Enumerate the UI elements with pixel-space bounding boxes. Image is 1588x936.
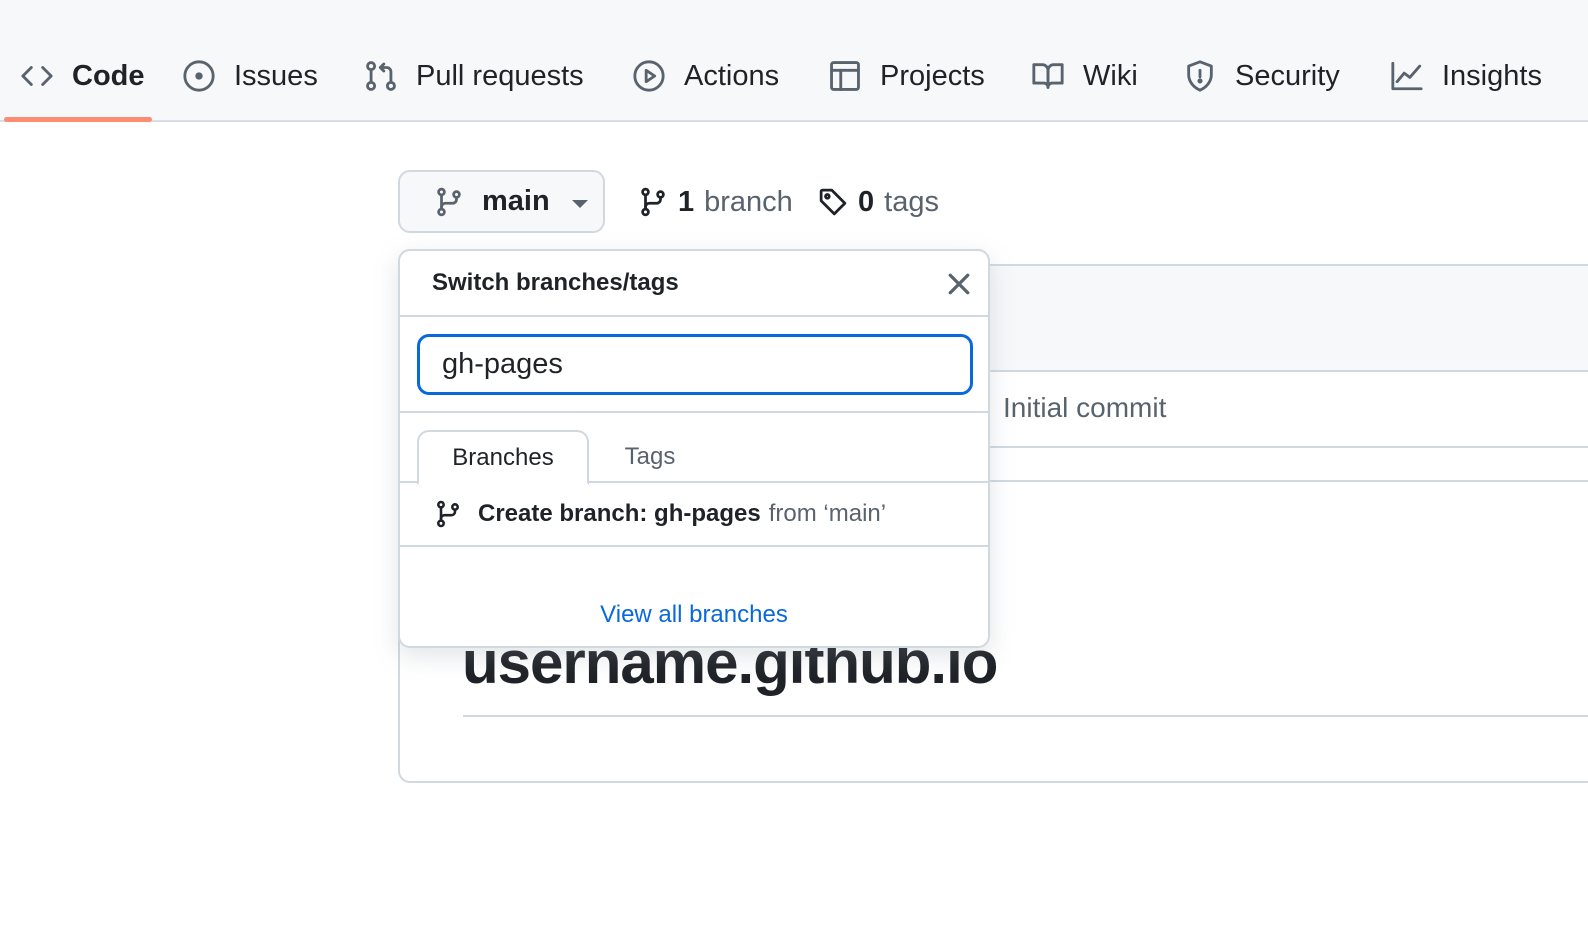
dropdown-footer: View all branches (400, 587, 988, 643)
filter-area (400, 317, 988, 413)
close-button[interactable] (944, 269, 974, 299)
dropdown-header: Switch branches/tags (400, 251, 988, 317)
tab-wiki-label: Wiki (1083, 59, 1138, 92)
tab-pull-requests-label: Pull requests (416, 59, 584, 92)
git-branch-icon (437, 500, 459, 528)
tab-security[interactable]: Security (1183, 50, 1340, 102)
tab-issues[interactable]: Issues (182, 50, 318, 102)
latest-commit-box (960, 264, 1588, 372)
branch-count: 1 (678, 185, 695, 218)
book-icon (1032, 63, 1064, 89)
tab-code[interactable]: Code (20, 50, 145, 102)
tab-actions-label: Actions (684, 59, 780, 92)
git-pull-request-icon (366, 61, 396, 91)
tab-code-label: Code (72, 59, 145, 92)
tab-branches[interactable]: Branches (417, 430, 589, 485)
tab-insights[interactable]: Insights (1390, 50, 1542, 102)
dropdown-tabs: Branches Tags (400, 413, 988, 485)
branch-select-label: main (482, 185, 550, 217)
view-all-branches-link[interactable]: View all branches (600, 601, 788, 629)
branch-count-label: branch (704, 185, 793, 218)
table-icon (830, 61, 860, 91)
triangle-down-icon (571, 199, 588, 208)
switch-branches-dropdown: Switch branches/tags Branches Tags Creat… (398, 249, 990, 648)
tab-pull-requests[interactable]: Pull requests (364, 50, 584, 102)
graph-icon (1391, 61, 1423, 91)
close-icon (948, 273, 970, 295)
tag-count-label: tags (884, 185, 939, 218)
tag-icon (819, 188, 847, 216)
tab-projects-label: Projects (880, 59, 985, 92)
tab-insights-label: Insights (1442, 59, 1542, 92)
repo-nav: Code Issues Pull requests Actions Projec… (0, 0, 1588, 122)
git-branch-icon (437, 187, 461, 216)
tab-security-label: Security (1235, 59, 1340, 92)
tags-link[interactable]: 0 tags (818, 178, 939, 226)
code-icon (21, 66, 53, 86)
tab-projects[interactable]: Projects (828, 50, 985, 102)
tag-count: 0 (858, 185, 875, 218)
create-branch-source: from ‘main’ (768, 500, 887, 527)
dropdown-title: Switch branches/tags (432, 269, 679, 296)
issue-opened-icon (183, 60, 215, 92)
readme-divider (463, 715, 1588, 717)
tab-wiki[interactable]: Wiki (1031, 50, 1138, 102)
shield-icon (1187, 60, 1213, 92)
tab-issues-label: Issues (234, 59, 318, 92)
git-branch-icon (641, 187, 665, 217)
branch-select-button[interactable]: main (398, 170, 605, 233)
tab-actions[interactable]: Actions (632, 50, 779, 102)
play-icon (633, 60, 665, 92)
commit-message[interactable]: Initial commit (1003, 392, 1166, 424)
branches-link[interactable]: 1 branch (638, 178, 793, 226)
files-table-end (960, 448, 1588, 482)
branch-filter-input[interactable] (417, 334, 973, 395)
tab-tags[interactable]: Tags (600, 430, 700, 483)
create-branch-item[interactable]: Create branch: gh-pages from ‘main’ (400, 483, 988, 547)
selected-tab-underline (4, 117, 152, 122)
create-branch-label: Create branch: gh-pages (478, 500, 761, 527)
